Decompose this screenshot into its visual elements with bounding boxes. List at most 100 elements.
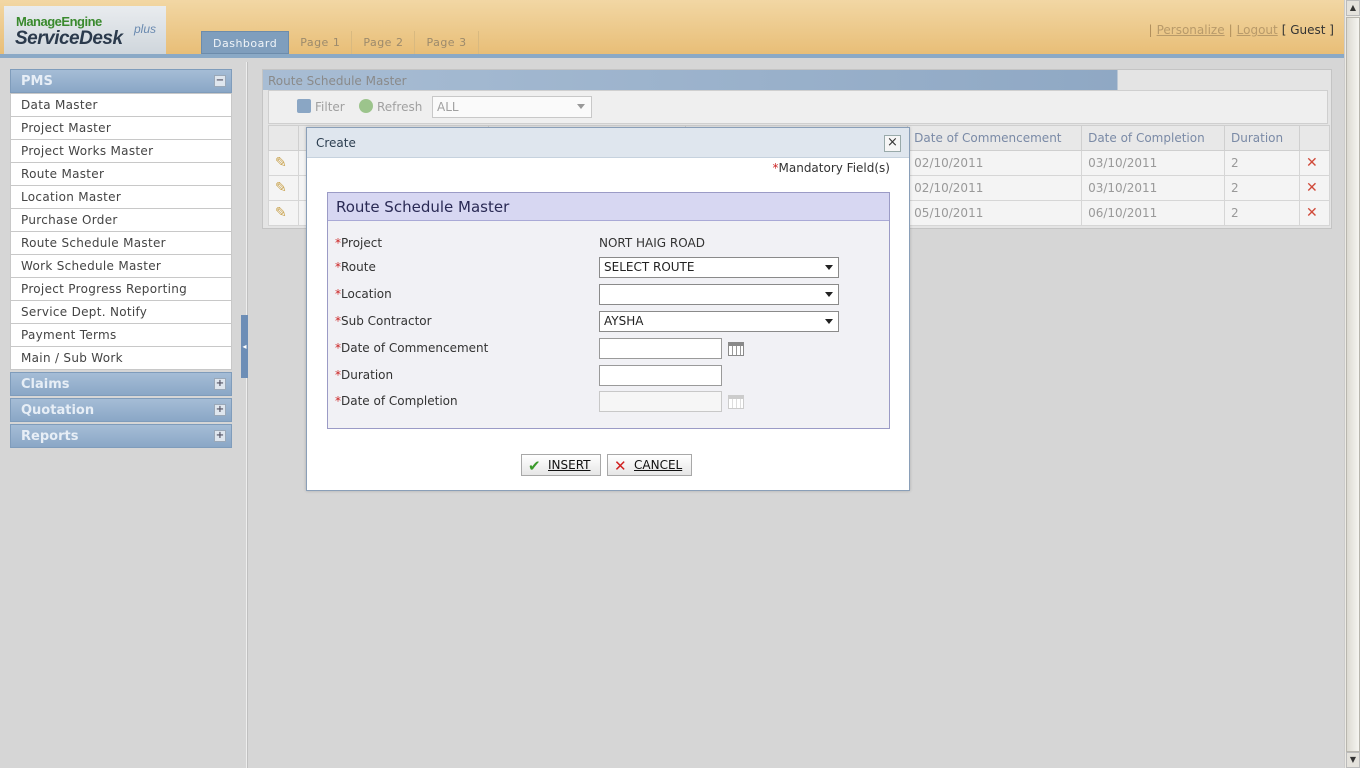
tab-page-3[interactable]: Page 3 (415, 31, 479, 54)
sidebar-item-project-master[interactable]: Project Master (10, 117, 232, 140)
cell-commencement: 02/10/2011 (907, 150, 1083, 176)
create-dialog: Create × *Mandatory Field(s) Route Sched… (306, 127, 910, 491)
grid-toolbar: Filter Refresh ALL (268, 90, 1328, 124)
mandatory-note: *Mandatory Field(s) (772, 161, 891, 175)
sidebar-item-project-works-master[interactable]: Project Works Master (10, 140, 232, 163)
sidebar-item-purchase-order[interactable]: Purchase Order (10, 209, 232, 232)
form-title: Route Schedule Master (328, 193, 889, 221)
user-label: [ Guest ] (1281, 23, 1334, 37)
cell-completion: 03/10/2011 (1081, 175, 1225, 201)
chevron-down-icon (825, 265, 833, 270)
project-value: NORT HAIG ROAD (599, 236, 705, 250)
route-schedule-form: Route Schedule Master *Project NORT HAIG… (327, 192, 890, 429)
sidebar-section-claims[interactable]: Claims + (10, 372, 232, 396)
cell-commencement: 05/10/2011 (907, 200, 1083, 226)
sidebar-item-payment-terms[interactable]: Payment Terms (10, 324, 232, 347)
collapse-icon[interactable]: − (214, 75, 226, 87)
filter-button[interactable]: Filter (297, 99, 345, 114)
refresh-button[interactable]: Refresh (359, 99, 422, 114)
completion-label: *Date of Completion (335, 394, 458, 408)
route-select-value: SELECT ROUTE (604, 260, 695, 274)
cell-commencement: 02/10/2011 (907, 175, 1083, 201)
filter-select[interactable]: ALL (432, 96, 592, 118)
commencement-date-input[interactable] (599, 338, 722, 359)
pane-splitter[interactable] (246, 62, 248, 768)
servicedesk-logo[interactable]: ManageEngine ServiceDesk plus (4, 6, 166, 54)
calendar-icon (728, 395, 744, 409)
commencement-label: *Date of Commencement (335, 341, 489, 355)
col-commencement[interactable]: Date of Commencement (907, 125, 1083, 151)
insert-button[interactable]: ✔ INSERT (521, 454, 601, 476)
tab-page-2[interactable]: Page 2 (352, 31, 416, 54)
delete-icon[interactable]: ✕ (1306, 205, 1318, 221)
section-label: PMS (21, 74, 53, 89)
sidebar-item-route-master[interactable]: Route Master (10, 163, 232, 186)
pms-menu: Data Master Project Master Project Works… (10, 93, 232, 370)
dialog-title: Create (307, 128, 909, 158)
sidebar: PMS − Data Master Project Master Project… (10, 69, 232, 450)
location-select[interactable] (599, 284, 839, 305)
duration-input[interactable] (599, 365, 722, 386)
cell-duration: 2 (1223, 150, 1300, 176)
delete-icon[interactable]: ✕ (1306, 180, 1318, 196)
expand-icon[interactable]: + (214, 430, 226, 442)
tab-dashboard[interactable]: Dashboard (201, 31, 290, 54)
sidebar-section-quotation[interactable]: Quotation + (10, 398, 232, 422)
sidebar-item-data-master[interactable]: Data Master (10, 94, 232, 117)
chevron-down-icon (825, 292, 833, 297)
scroll-up-icon[interactable]: ▲ (1346, 0, 1360, 16)
sub-contractor-select[interactable]: AYSHA (599, 311, 839, 332)
edit-icon[interactable]: ✎ (275, 205, 287, 221)
scroll-thumb[interactable] (1346, 17, 1360, 752)
route-select[interactable]: SELECT ROUTE (599, 257, 839, 278)
expand-icon[interactable]: + (214, 404, 226, 416)
cancel-button[interactable]: ✕ CANCEL (607, 454, 693, 476)
cell-duration: 2 (1223, 200, 1300, 226)
route-label: *Route (335, 260, 376, 274)
sidebar-collapse-handle[interactable]: ◂ (241, 315, 248, 378)
filter-select-value: ALL (437, 100, 459, 114)
edit-icon[interactable]: ✎ (275, 180, 287, 196)
refresh-icon (359, 99, 373, 113)
personalize-link[interactable]: Personalize (1157, 23, 1225, 37)
duration-label: *Duration (335, 368, 394, 382)
logo-plus: plus (134, 22, 157, 36)
app-header: ManageEngine ServiceDesk plus Dashboard … (0, 0, 1344, 58)
sidebar-item-main-sub-work[interactable]: Main / Sub Work (10, 347, 232, 370)
cancel-x-icon: ✕ (614, 457, 627, 475)
tab-page-1[interactable]: Page 1 (289, 31, 353, 54)
sidebar-item-work-schedule-master[interactable]: Work Schedule Master (10, 255, 232, 278)
location-label: *Location (335, 287, 392, 301)
col-duration[interactable]: Duration (1223, 125, 1300, 151)
sub-contractor-select-value: AYSHA (604, 314, 644, 328)
logout-link[interactable]: Logout (1237, 23, 1278, 37)
top-tabs: Dashboard Page 1 Page 2 Page 3 (201, 31, 479, 54)
sidebar-section-pms[interactable]: PMS − (10, 69, 232, 93)
sidebar-section-reports[interactable]: Reports + (10, 424, 232, 448)
chevron-down-icon (825, 319, 833, 324)
close-icon[interactable]: × (884, 135, 901, 152)
delete-icon[interactable]: ✕ (1306, 155, 1318, 171)
sidebar-item-location-master[interactable]: Location Master (10, 186, 232, 209)
section-label: Reports (21, 429, 79, 444)
col-completion[interactable]: Date of Completion (1081, 125, 1225, 151)
logo-product: ServiceDesk (15, 28, 123, 49)
edit-icon[interactable]: ✎ (275, 155, 287, 171)
sub-contractor-label: *Sub Contractor (335, 314, 432, 328)
scroll-down-icon[interactable]: ▼ (1346, 752, 1360, 768)
header-links: | Personalize | Logout [ Guest ] (1148, 23, 1334, 37)
vertical-scrollbar[interactable]: ▲ ▼ (1344, 0, 1360, 768)
cell-completion: 03/10/2011 (1081, 150, 1225, 176)
expand-icon[interactable]: + (214, 378, 226, 390)
check-icon: ✔ (528, 457, 541, 475)
sidebar-item-service-dept-notify[interactable]: Service Dept. Notify (10, 301, 232, 324)
cell-completion: 06/10/2011 (1081, 200, 1225, 226)
cell-duration: 2 (1223, 175, 1300, 201)
sidebar-item-project-progress-reporting[interactable]: Project Progress Reporting (10, 278, 232, 301)
calendar-icon[interactable] (728, 342, 744, 356)
filter-icon (297, 99, 311, 113)
panel-title: Route Schedule Master (263, 70, 1331, 90)
filter-label: Filter (315, 100, 345, 114)
logo-brand: ManageEngine (16, 14, 102, 29)
sidebar-item-route-schedule-master[interactable]: Route Schedule Master (10, 232, 232, 255)
